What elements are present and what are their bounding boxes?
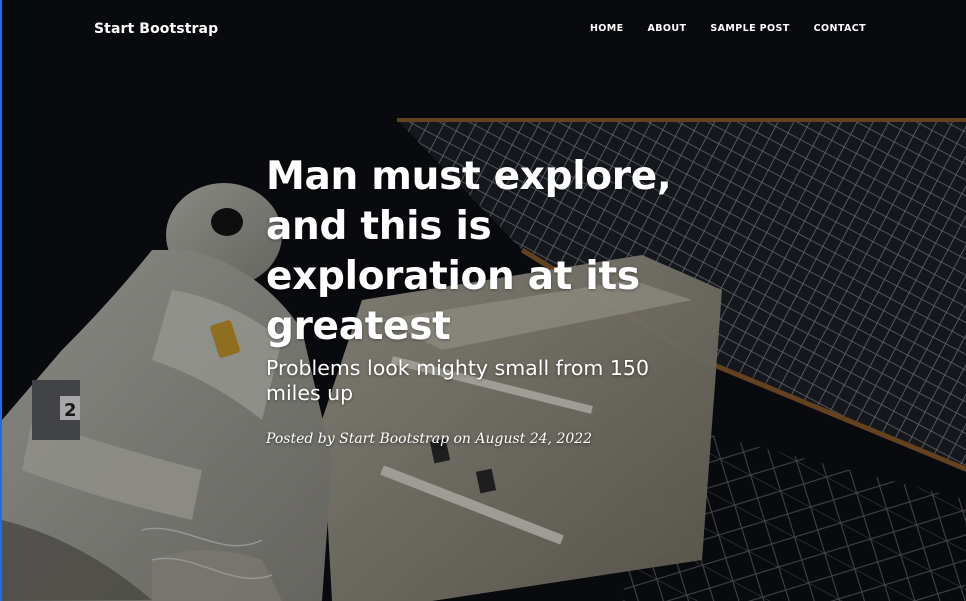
nav-links: HOME ABOUT SAMPLE POST CONTACT	[590, 23, 866, 34]
navbar-brand[interactable]: Start Bootstrap	[94, 21, 218, 37]
nav-link-contact[interactable]: CONTACT	[814, 23, 866, 34]
post-subtitle: Problems look mighty small from 150 mile…	[266, 356, 650, 405]
post-title: Man must explore, and this is exploratio…	[266, 154, 672, 349]
nav-link-sample-post[interactable]: SAMPLE POST	[710, 23, 789, 34]
navbar: Start Bootstrap HOME ABOUT SAMPLE POST C…	[2, 0, 966, 60]
nav-link-about[interactable]: ABOUT	[648, 23, 687, 34]
post-heading: Man must explore, and this is exploratio…	[266, 152, 696, 406]
post-meta: Posted by Start Bootstrap on August 24, …	[266, 431, 593, 447]
page: 2 Start Bootstrap HOME ABOUT SAMPLE POST…	[0, 0, 966, 601]
nav-link-home[interactable]: HOME	[590, 23, 624, 34]
